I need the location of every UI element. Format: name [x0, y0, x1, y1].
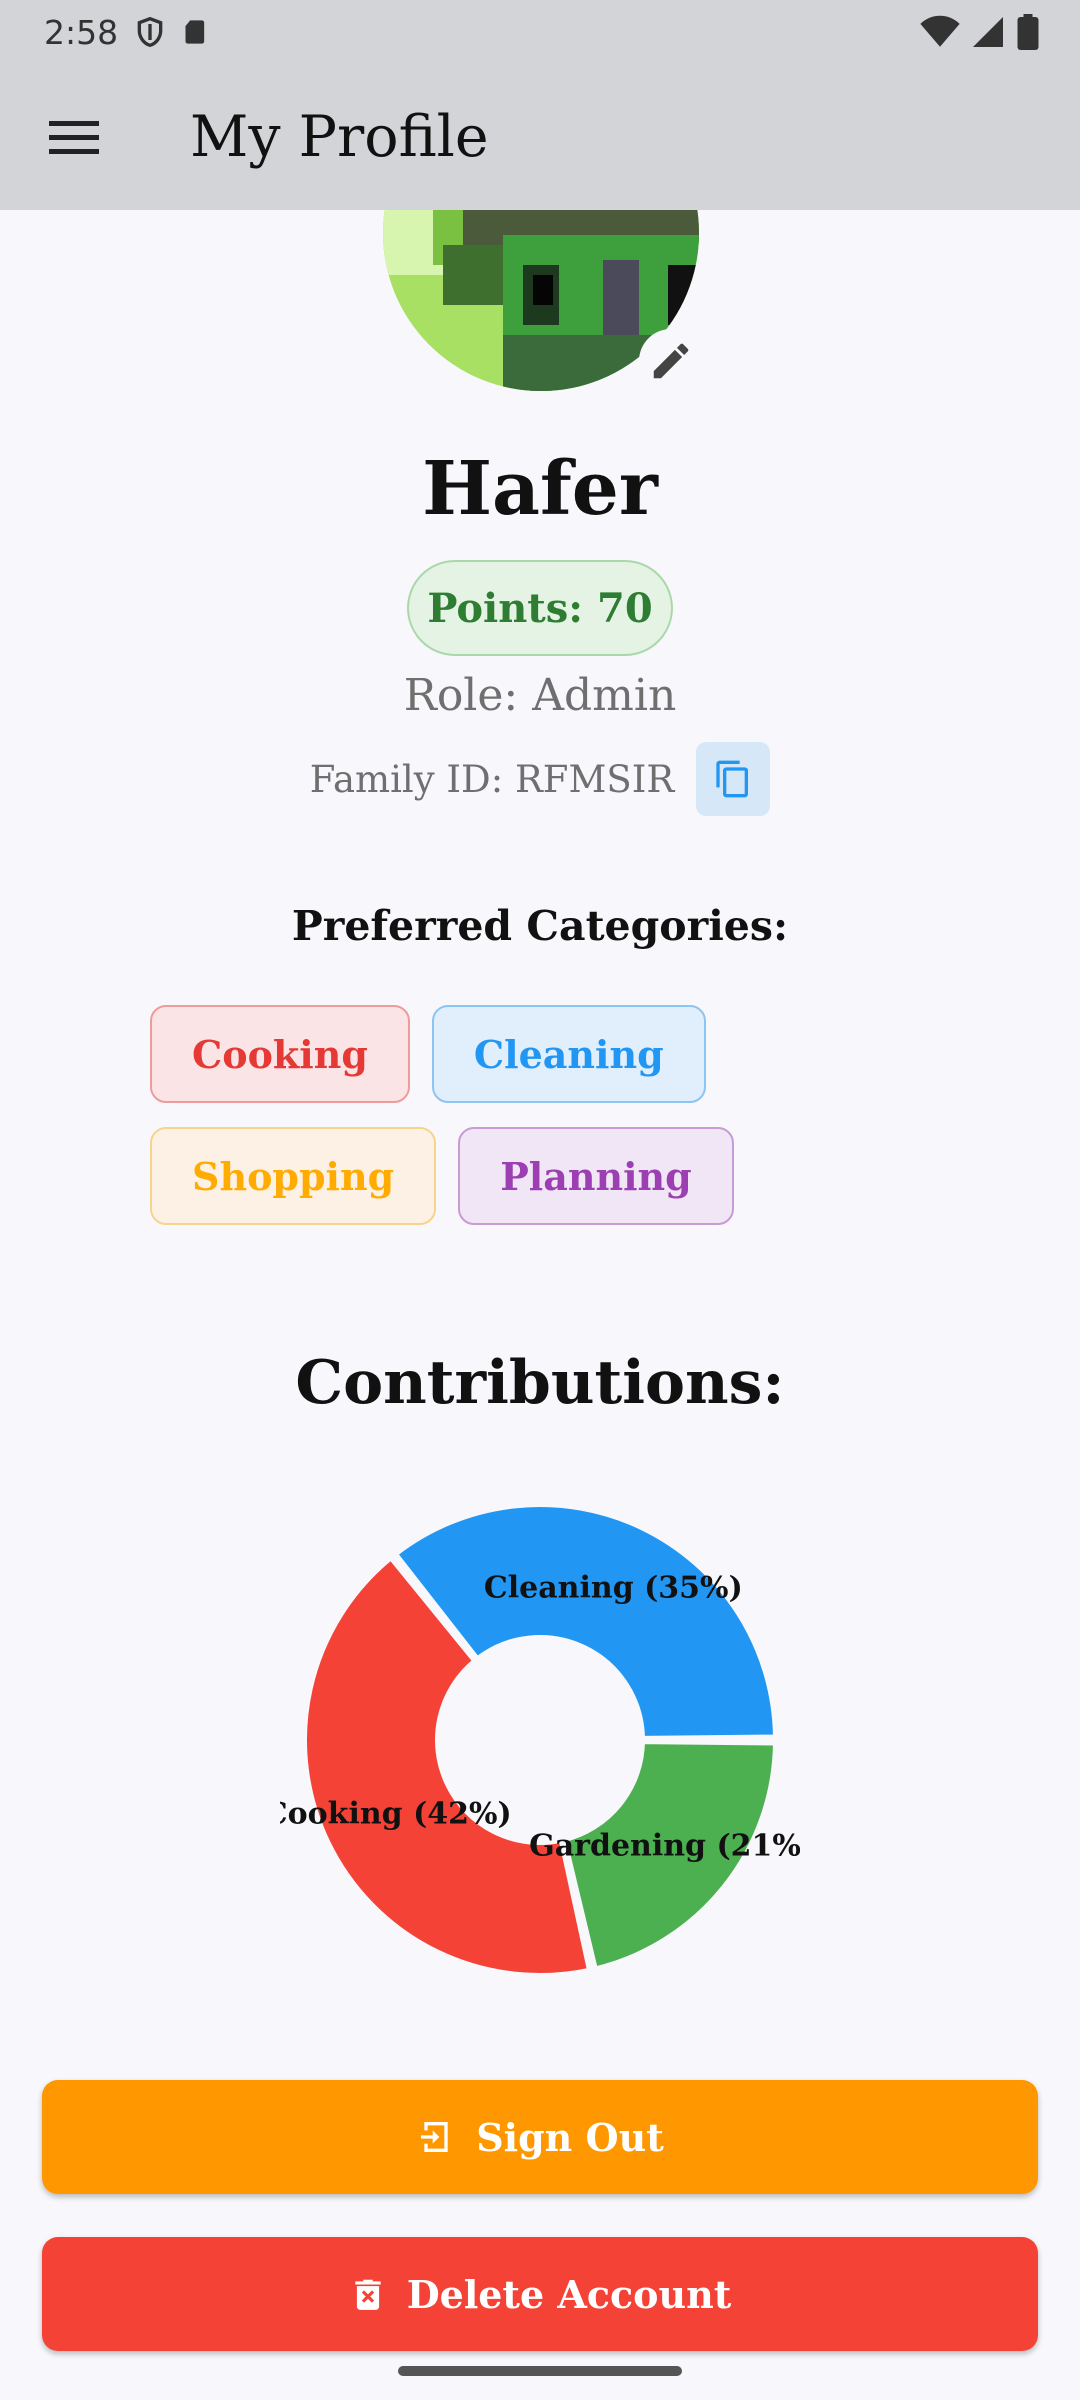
- contributions-title: Contributions:: [295, 1348, 785, 1418]
- logout-icon: [421, 2122, 448, 2152]
- sign-out-button[interactable]: Sign Out: [42, 2080, 1038, 2194]
- family-id-text: Family ID: RFMSIR: [309, 757, 675, 801]
- category-chip-shopping[interactable]: Shopping: [150, 1127, 437, 1225]
- menu-icon: [49, 121, 99, 154]
- delete-account-label: Delete Account: [406, 2271, 732, 2317]
- donut-label-1: Cooking (42%): [280, 1796, 512, 1831]
- donut-slice-0: [390, 1501, 780, 1742]
- contributions-donut-chart: Cleaning (35%) Cooking (42%) Gardening (21…: [280, 1501, 800, 1979]
- sd-card-icon: [185, 20, 205, 44]
- edit-avatar-button[interactable]: [639, 329, 703, 393]
- donut-label-2: Gardening (21%): [529, 1828, 800, 1863]
- sign-out-label: Sign Out: [476, 2114, 664, 2160]
- shield-icon: [137, 16, 163, 48]
- delete-account-button[interactable]: Delete Account: [42, 2237, 1038, 2351]
- role-text: Role: Admin: [403, 670, 677, 721]
- pencil-icon: [653, 343, 689, 379]
- menu-button-overlay[interactable]: [24, 87, 124, 187]
- category-chip-cooking[interactable]: Cooking: [150, 1005, 410, 1103]
- status-time: 2:58: [44, 12, 119, 52]
- category-chips: Cooking Cleaning Shopping Planning: [150, 1005, 950, 1225]
- family-id-row: Family ID: RFMSIR: [0, 742, 1080, 816]
- gesture-nav-bar[interactable]: [398, 2366, 682, 2376]
- category-chip-planning[interactable]: Planning: [458, 1127, 734, 1225]
- donut-label-0: Cleaning (35%): [484, 1571, 743, 1606]
- delete-icon: [355, 2279, 381, 2310]
- app-bar-overlay: My Profile: [0, 64, 1080, 210]
- copy-family-id-button[interactable]: [696, 742, 771, 816]
- page-title-overlay: My Profile: [190, 104, 489, 170]
- points-badge: Points: 70: [407, 560, 673, 656]
- signal-icon: [973, 17, 1003, 47]
- copy-icon: [716, 760, 749, 798]
- preferred-categories-title: Preferred Categories:: [291, 902, 789, 950]
- status-bar: 2:58: [0, 0, 1080, 64]
- profile-name: Hafer: [422, 446, 658, 532]
- wifi-icon: [920, 15, 960, 47]
- battery-icon: [1017, 14, 1039, 50]
- category-chip-cleaning[interactable]: Cleaning: [431, 1005, 706, 1103]
